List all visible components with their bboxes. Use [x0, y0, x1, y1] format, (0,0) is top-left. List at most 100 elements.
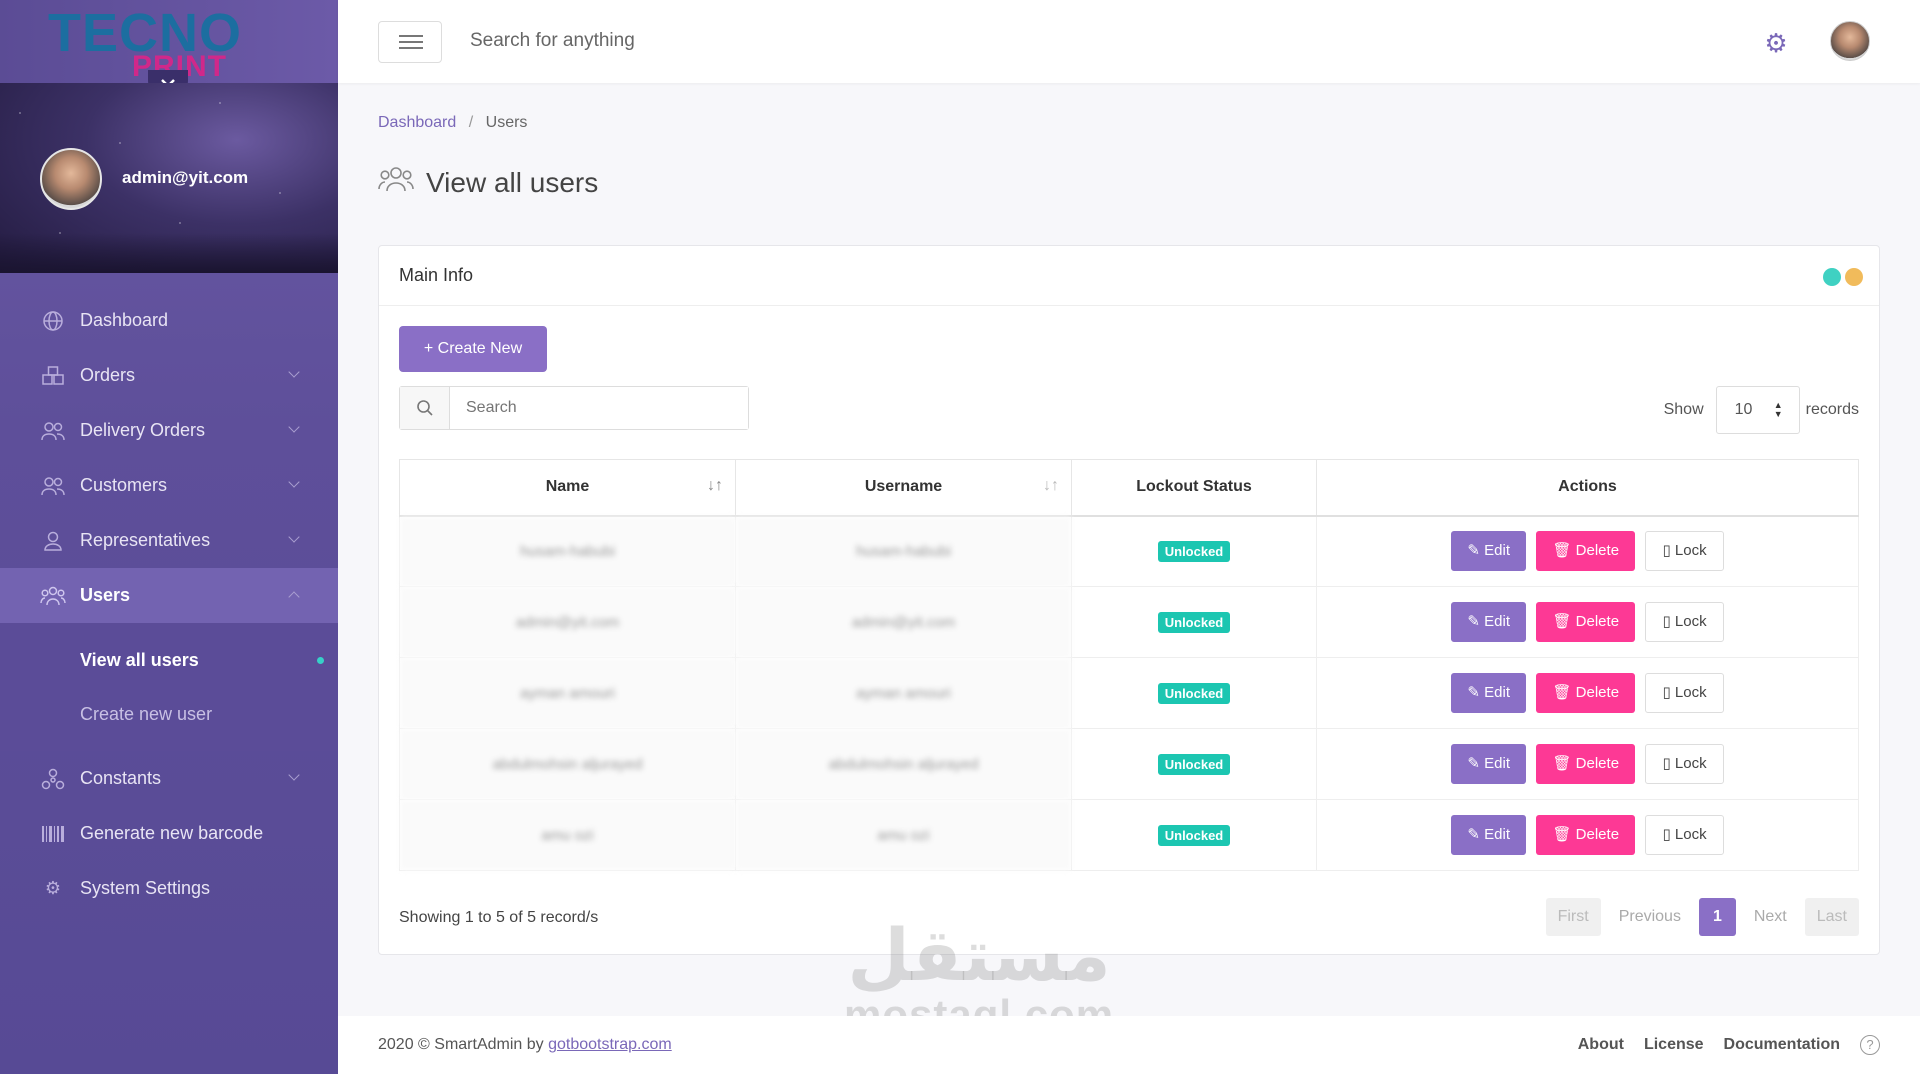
sidebar-item-representatives[interactable]: Representatives — [0, 513, 338, 568]
users-icon — [40, 475, 66, 497]
footer: 2020 © SmartAdmin by gotbootstrap.com Ab… — [338, 1016, 1920, 1074]
delete-button[interactable]: 🗑 Delete — [1536, 744, 1636, 784]
table-row: amu ozi amu ozi Unlocked ✎ Edit 🗑 Delete… — [399, 799, 1859, 871]
settings-gear-icon[interactable]: ⚙ — [1762, 29, 1790, 57]
delete-button[interactable]: 🗑 Delete — [1536, 531, 1636, 572]
profile-toggle[interactable] — [148, 70, 188, 83]
delete-button[interactable]: 🗑 Delete — [1536, 815, 1636, 855]
globe-icon — [40, 310, 66, 332]
users-icon — [378, 165, 414, 200]
cell-actions: ✎ Edit 🗑 Delete ▯ Lock — [1316, 728, 1859, 800]
profile-email[interactable]: admin@yit.com — [122, 168, 248, 188]
page-first-button[interactable]: First — [1545, 898, 1601, 936]
sidebar-item-orders[interactable]: Orders — [0, 348, 338, 403]
lock-button[interactable]: ▯ Lock — [1645, 531, 1724, 572]
column-header-name[interactable]: Name ↓↑ — [399, 459, 736, 517]
nodes-icon — [40, 768, 66, 790]
brand-logo[interactable]: TECNO PRINT — [0, 0, 338, 83]
sidebar-item-label: Users — [80, 585, 131, 605]
status-badge: Unlocked — [1157, 753, 1231, 775]
records-label: records — [1805, 401, 1859, 418]
footer-link-documentation[interactable]: Documentation — [1724, 1036, 1840, 1054]
page-previous-button[interactable]: Previous — [1607, 898, 1693, 936]
lock-button[interactable]: ▯ Lock — [1645, 673, 1724, 713]
page-last-button[interactable]: Last — [1804, 898, 1859, 936]
lock-icon: ▯ — [1662, 826, 1675, 843]
lock-icon: ▯ — [1662, 684, 1675, 701]
records-per-page-select[interactable]: 10 ▲ ▼ — [1715, 386, 1800, 434]
sidebar-item-system-settings[interactable]: ⚙ System Settings — [0, 861, 338, 916]
search-icon — [400, 387, 450, 429]
cell-username: ayman amouri — [735, 657, 1072, 729]
gear-icon: ⚙ — [44, 878, 62, 898]
sort-arrows-icon: ▲ ▼ — [1773, 400, 1783, 419]
global-search-input[interactable]: Search for anything — [470, 30, 635, 52]
sort-icon: ↓↑ — [707, 477, 723, 494]
help-icon[interactable]: ? — [1860, 1035, 1880, 1055]
show-label: Show — [1663, 401, 1704, 418]
edit-button[interactable]: ✎ Edit — [1451, 602, 1526, 642]
table-row: abdulmohsin aljurayed abdulmohsin aljura… — [399, 728, 1859, 800]
table-search — [399, 386, 749, 430]
delete-button[interactable]: 🗑 Delete — [1536, 673, 1636, 713]
cell-status: Unlocked — [1071, 586, 1317, 658]
breadcrumb-dashboard[interactable]: Dashboard — [378, 114, 456, 131]
main-content: Dashboard / Users View all users Main In… — [338, 83, 1920, 1074]
sidebar-item-dashboard[interactable]: Dashboard — [0, 293, 338, 348]
panel-collapse-button[interactable] — [1823, 268, 1841, 286]
chevron-down-icon — [288, 531, 300, 543]
delete-button[interactable]: 🗑 Delete — [1536, 602, 1636, 642]
edit-button[interactable]: ✎ Edit — [1451, 531, 1526, 572]
sidebar-item-constants[interactable]: Constants — [0, 751, 338, 806]
edit-button[interactable]: ✎ Edit — [1451, 673, 1526, 713]
breadcrumb-current: Users — [485, 114, 528, 131]
page-next-button[interactable]: Next — [1742, 898, 1799, 936]
column-header-username[interactable]: Username ↓↑ — [735, 459, 1072, 517]
table-row: admin@yit.com admin@yit.com Unlocked ✎ E… — [399, 586, 1859, 658]
avatar[interactable] — [40, 148, 102, 210]
cell-actions: ✎ Edit 🗑 Delete ▯ Lock — [1316, 657, 1859, 729]
create-new-button[interactable]: + Create New — [399, 326, 547, 372]
panel-fullscreen-button[interactable] — [1845, 268, 1863, 286]
sort-icon: ↓↑ — [1043, 477, 1059, 494]
menu-toggle-button[interactable] — [378, 21, 442, 63]
footer-link-license[interactable]: License — [1644, 1036, 1704, 1054]
sidebar-item-label: Generate new barcode — [80, 823, 264, 843]
breadcrumb: Dashboard / Users — [378, 114, 527, 132]
sidebar-item-label: Delivery Orders — [80, 420, 206, 440]
search-input[interactable] — [450, 387, 748, 429]
page-title-text: View all users — [426, 166, 599, 198]
sidebar-nav: Dashboard Orders Delivery Orders Custome… — [0, 293, 338, 916]
sidebar-item-label: Dashboard — [80, 310, 169, 330]
panel-title: Main Info — [399, 265, 474, 285]
edit-icon: ✎ — [1467, 755, 1485, 772]
sidebar-item-delivery-orders[interactable]: Delivery Orders — [0, 403, 338, 458]
cell-name: husam-habubi — [399, 515, 736, 587]
lock-button[interactable]: ▯ Lock — [1645, 744, 1724, 784]
panel-header: Main Info — [379, 246, 1879, 306]
sidebar-item-customers[interactable]: Customers — [0, 458, 338, 513]
footer-link-about[interactable]: About — [1578, 1036, 1624, 1054]
page-number-button[interactable]: 1 — [1698, 898, 1736, 936]
profile-card: admin@yit.com — [0, 83, 338, 273]
sidebar-subitem-create-new-user[interactable]: Create new user — [0, 687, 338, 741]
edit-button[interactable]: ✎ Edit — [1451, 744, 1526, 784]
cell-username: amu ozi — [735, 799, 1072, 871]
cell-name: abdulmohsin aljurayed — [399, 728, 736, 800]
footer-link-gotbootstrap[interactable]: gotbootstrap.com — [548, 1036, 672, 1053]
sidebar-item-generate-barcode[interactable]: Generate new barcode — [0, 806, 338, 861]
page-title: View all users — [378, 165, 598, 200]
chevron-down-icon — [288, 476, 300, 488]
sidebar-item-users[interactable]: Users — [0, 568, 338, 623]
sidebar-item-label: Representatives — [80, 530, 211, 550]
lock-button[interactable]: ▯ Lock — [1645, 602, 1724, 642]
edit-button[interactable]: ✎ Edit — [1451, 815, 1526, 855]
users-icon — [40, 420, 66, 442]
sidebar-item-label: System Settings — [80, 878, 211, 898]
table-header-row: Name ↓↑ Username ↓↑ Lockout Status Actions — [399, 459, 1859, 517]
lock-button[interactable]: ▯ Lock — [1645, 815, 1724, 855]
status-badge: Unlocked — [1157, 682, 1231, 704]
sidebar-subitem-view-all-users[interactable]: View all users — [0, 633, 338, 687]
user-avatar[interactable] — [1830, 21, 1870, 61]
footer-links: About License Documentation ? — [1578, 1035, 1880, 1055]
